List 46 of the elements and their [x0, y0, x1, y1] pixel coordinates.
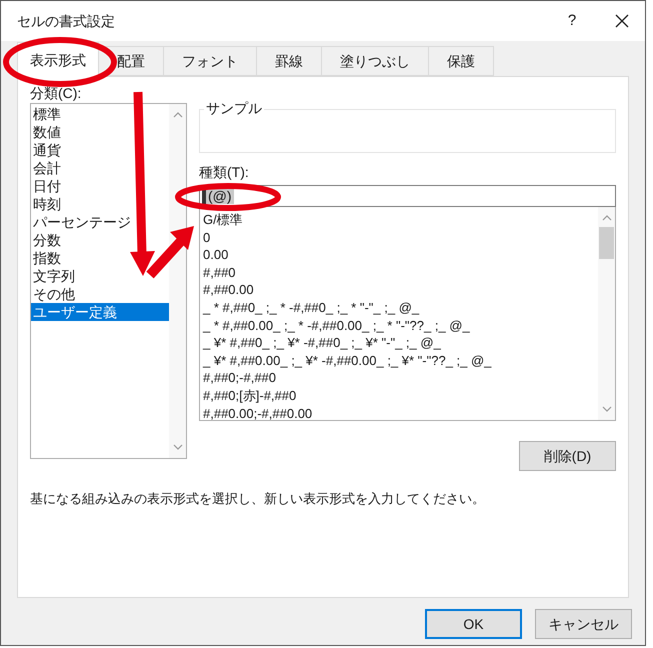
description-text: 基になる組み込みの表示形式を選択し、新しい表示形式を入力してください。	[30, 490, 486, 508]
format-list[interactable]	[199, 207, 616, 421]
format-item[interactable]: G/標準	[203, 211, 598, 229]
ok-button[interactable]: OK	[425, 609, 522, 639]
format-item[interactable]: #,##0;-#,##0	[203, 369, 598, 387]
tab[interactable]: 罫線	[257, 46, 322, 76]
type-label: 種類(T):	[199, 163, 250, 181]
tab[interactable]: フォント	[164, 46, 257, 76]
window-title: セルの書式設定	[17, 12, 115, 30]
type-input-field[interactable]: (@)	[199, 185, 616, 207]
format-item[interactable]: #,##0	[203, 264, 598, 282]
format-item[interactable]: _ * #,##0.00_ ;_ * -#,##0.00_ ;_ * "-"??_ ;_ @_	[203, 316, 598, 334]
category-item[interactable]: 日付	[31, 177, 169, 195]
tab[interactable]: 保護	[429, 46, 494, 76]
category-item[interactable]: 会計	[31, 159, 169, 177]
category-item[interactable]: 通貨	[31, 141, 169, 159]
format-item[interactable]: 0	[203, 228, 598, 246]
scroll-down-icon[interactable]	[172, 444, 182, 450]
format-item[interactable]: _ ¥* #,##0_ ;_ ¥* -#,##0_ ;_ ¥* "-"_ ;_ @_	[203, 334, 598, 352]
format-item[interactable]: #,##0.00;-#,##0.00	[203, 404, 598, 422]
category-item[interactable]: 時刻	[31, 195, 169, 213]
category-item[interactable]: 数値	[31, 123, 169, 141]
category-list[interactable]: 標準 数値 通貨 会計 日付 時刻 パーセンテージ 分数 指数 文字列 その他 ユーザー定義	[30, 103, 187, 459]
category-item[interactable]: 指数	[31, 249, 169, 267]
cancel-button[interactable]: キャンセル	[535, 609, 632, 639]
category-item[interactable]: 分数	[31, 231, 169, 249]
format-item[interactable]: _ * #,##0_ ;_ * -#,##0_ ;_ * "-"_ ;_ @_	[203, 298, 598, 317]
category-item[interactable]: 標準	[31, 105, 169, 123]
format-item[interactable]: 0.00	[203, 246, 598, 264]
help-button[interactable]: ?	[557, 6, 587, 36]
delete-button[interactable]: 削除(D)	[519, 441, 616, 471]
category-item[interactable]: その他	[31, 285, 169, 303]
category-item[interactable]: ユーザー定義	[31, 303, 169, 321]
category-item[interactable]: パーセンテージ	[31, 213, 169, 231]
scroll-thumb[interactable]	[599, 227, 614, 259]
scroll-up-icon[interactable]	[172, 112, 182, 118]
format-item[interactable]: #,##0;[赤]-#,##0	[203, 386, 598, 405]
category-label: 分類(C):	[30, 84, 82, 103]
tab[interactable]: 塗りつぶし	[322, 46, 429, 76]
scroll-up-icon[interactable]	[602, 215, 612, 221]
format-item[interactable]: _ ¥* #,##0.00_ ;_ ¥* -#,##0.00_ ;_ ¥* "-"??_ ;_ @_	[203, 352, 598, 370]
close-icon	[615, 14, 629, 28]
selected-text: (@)	[206, 188, 234, 204]
category-item[interactable]: 文字列	[31, 267, 169, 285]
scroll-down-icon[interactable]	[602, 406, 612, 412]
format-item[interactable]: #,##0.00	[203, 281, 598, 299]
